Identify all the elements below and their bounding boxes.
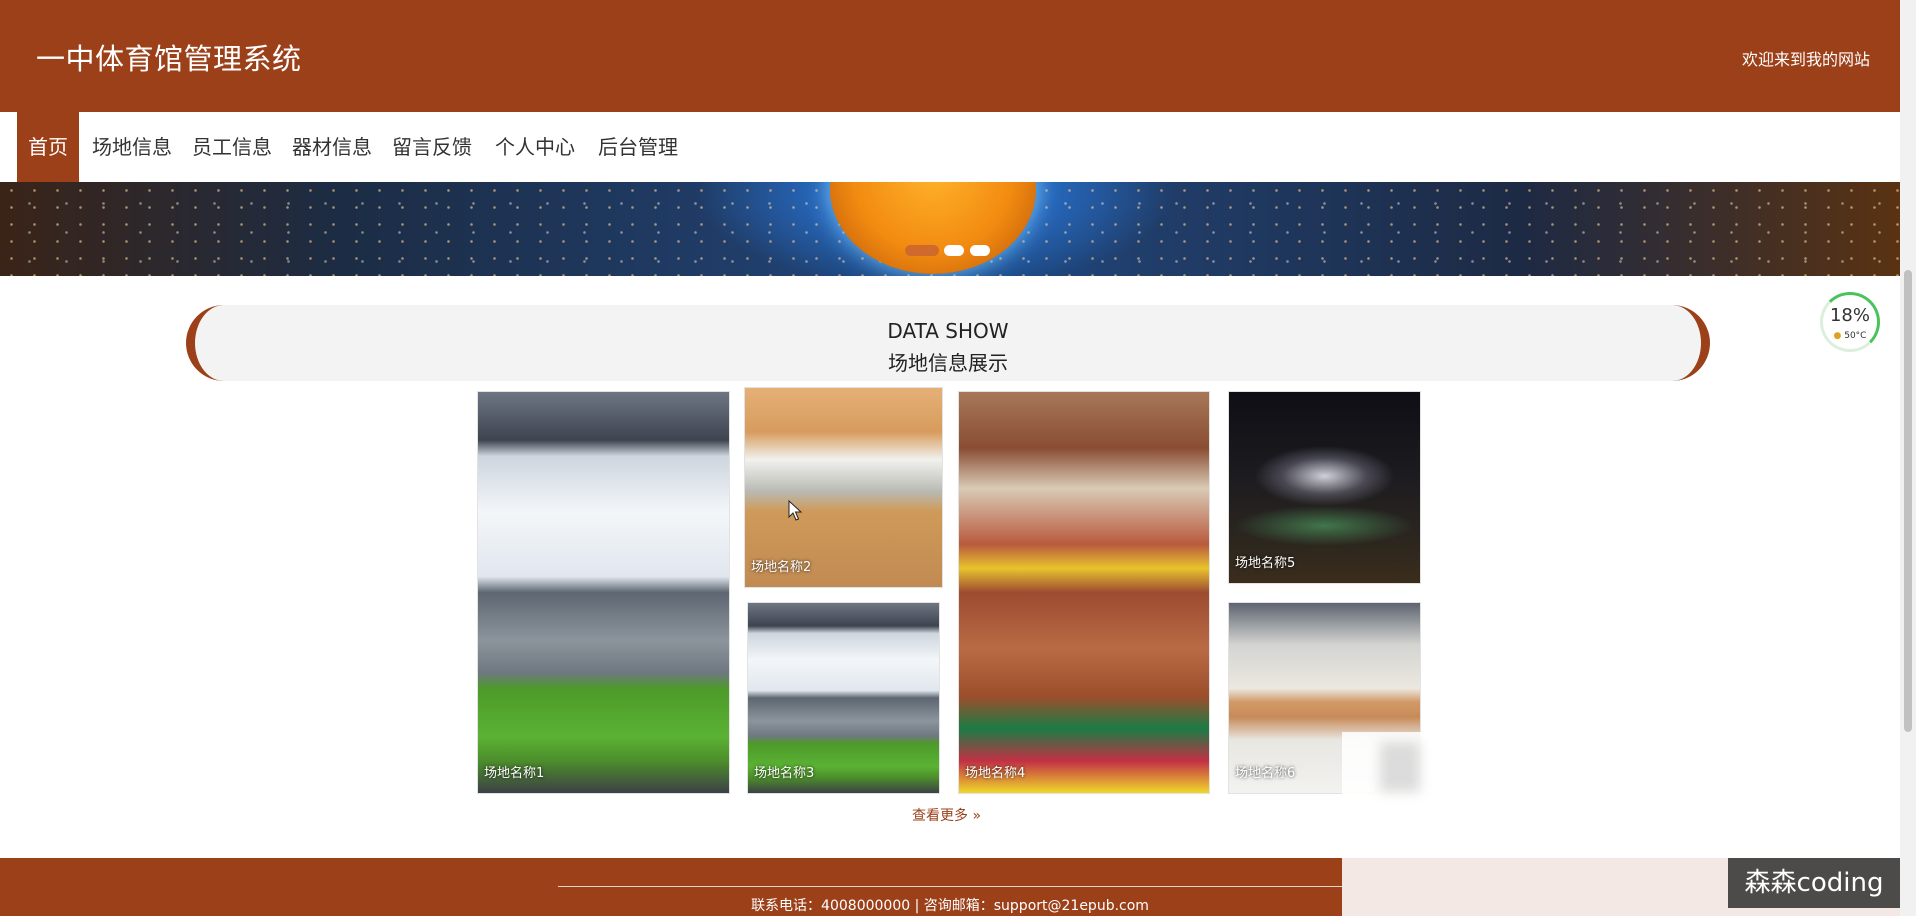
scrollbar-thumb[interactable]	[1904, 270, 1912, 732]
nav-item-feedback[interactable]: 留言反馈	[389, 112, 475, 182]
gallery-item-label: 场地名称3	[754, 766, 815, 781]
footer-divider	[558, 886, 1342, 887]
nav-item-personal-center[interactable]: 个人中心	[492, 112, 578, 182]
mouse-cursor-icon	[788, 500, 802, 521]
nav-item-home[interactable]: 首页	[17, 112, 79, 182]
section-title-en: DATA SHOW	[887, 319, 1009, 343]
site-title[interactable]: 一中体育馆管理系统	[36, 36, 302, 78]
welcome-text: 欢迎来到我的网站	[1741, 50, 1870, 69]
monitor-percent: 18%	[1829, 305, 1870, 326]
cpu-monitor-widget[interactable]: 18% ● 50°C	[1820, 292, 1880, 352]
slider-dot-3[interactable]	[970, 245, 990, 256]
gallery-item-label: 场地名称4	[965, 766, 1026, 781]
gallery-item-5[interactable]: 场地名称5	[1228, 391, 1421, 584]
gallery-item-2[interactable]: 场地名称2	[744, 387, 943, 588]
section-header: DATA SHOW 场地信息展示	[186, 305, 1710, 381]
page: 一中体育馆管理系统 欢迎来到我的网站 首页 场地信息 员工信息 器材信息 留言反…	[0, 0, 1916, 916]
nav-item-admin[interactable]: 后台管理	[595, 112, 681, 182]
gallery-item-label: 场地名称1	[484, 766, 545, 781]
nav-item-equipment-info[interactable]: 器材信息	[289, 112, 375, 182]
gallery-item-label: 场地名称6	[1235, 766, 1296, 781]
site-header: 一中体育馆管理系统 欢迎来到我的网站	[0, 0, 1900, 112]
gallery-item-label: 场地名称2	[751, 560, 812, 575]
page-scrollbar[interactable]	[1900, 0, 1916, 916]
thermometer-icon: ●	[1833, 331, 1842, 341]
section-title-cn: 场地信息展示	[888, 351, 1008, 375]
monitor-temperature: ● 50°C	[1823, 331, 1877, 341]
gallery-item-4[interactable]: 场地名称4	[958, 391, 1210, 794]
gallery-item-label: 场地名称5	[1235, 556, 1296, 571]
gallery-item-3[interactable]: 场地名称3	[747, 602, 940, 794]
main-nav: 首页 场地信息 员工信息 器材信息 留言反馈 个人中心 后台管理	[0, 112, 1900, 182]
view-more-label: 查看更多	[912, 808, 968, 824]
nav-item-staff-info[interactable]: 员工信息	[189, 112, 275, 182]
watermark-blur-patch	[1380, 742, 1420, 792]
gallery-item-1[interactable]: 场地名称1	[477, 391, 730, 794]
banner-carousel[interactable]	[0, 182, 1900, 276]
slider-dot-1[interactable]	[905, 245, 939, 256]
slider-dot-2[interactable]	[944, 245, 964, 256]
view-more-link[interactable]: 查看更多 »	[912, 805, 981, 825]
double-chevron-right-icon: »	[972, 808, 982, 824]
monitor-temp-value: 50°C	[1844, 331, 1867, 341]
nav-item-venue-info[interactable]: 场地信息	[89, 112, 175, 182]
watermark-label: 森森coding	[1728, 858, 1900, 908]
